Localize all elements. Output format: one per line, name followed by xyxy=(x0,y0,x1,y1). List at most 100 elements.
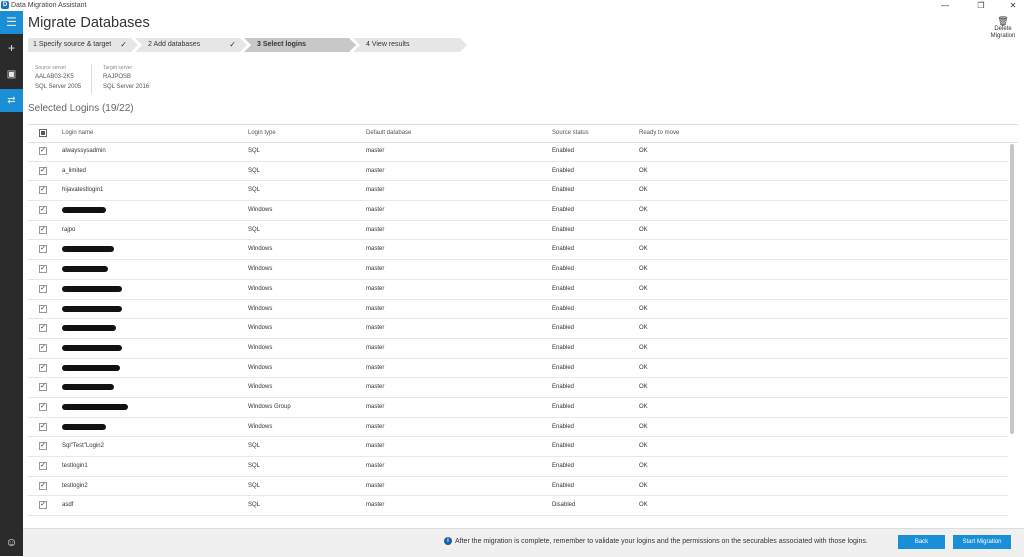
table-row[interactable]: ✓ Windows master Enabled OK xyxy=(28,319,1008,339)
table-row[interactable]: ✓ Windows master Enabled OK xyxy=(28,280,1008,300)
cell-ready-to-move: OK xyxy=(639,325,648,332)
cell-source-status: Enabled xyxy=(552,187,575,194)
table-row[interactable]: ✓ testlogin2 SQL master Enabled OK xyxy=(28,477,1008,497)
table-row[interactable]: ✓ Windows master Enabled OK xyxy=(28,260,1008,280)
table-row[interactable]: ✓ Windows master Enabled OK xyxy=(28,201,1008,221)
table-row[interactable]: ✓ rajpo SQL master Enabled OK xyxy=(28,221,1008,241)
minimize-icon[interactable]: — xyxy=(934,0,956,11)
row-checkbox[interactable]: ✓ xyxy=(39,402,47,411)
row-checkbox[interactable]: ✓ xyxy=(39,147,47,155)
step-specify-source-target[interactable]: 1 Specify source & target ✓ xyxy=(28,38,138,52)
table-row[interactable]: ✓ asdf SQL master Disabled OK xyxy=(28,496,1008,517)
cell-login-type: Windows xyxy=(248,246,273,253)
col-source-status[interactable]: Source status xyxy=(552,125,589,142)
step-select-logins[interactable]: 3 Select logins xyxy=(244,38,356,52)
row-checkbox[interactable]: ✓ xyxy=(39,501,47,510)
row-checkbox[interactable]: ✓ xyxy=(39,363,47,372)
start-migration-button[interactable]: Start Migration xyxy=(953,535,1011,549)
col-login-name[interactable]: Login name xyxy=(62,125,93,142)
vertical-scrollbar[interactable] xyxy=(1010,142,1016,437)
cell-ready-to-move: OK xyxy=(639,502,648,509)
close-icon[interactable]: ✕ xyxy=(1002,0,1024,11)
row-checkbox[interactable]: ✓ xyxy=(39,324,47,333)
cell-source-status: Enabled xyxy=(552,285,575,292)
row-checkbox[interactable]: ✓ xyxy=(39,442,47,451)
cell-source-status: Enabled xyxy=(552,266,575,273)
page-title: Migrate Databases xyxy=(28,15,150,31)
cell-default-database: master xyxy=(366,364,385,371)
col-login-type[interactable]: Login type xyxy=(248,125,276,142)
cell-ready-to-move: OK xyxy=(639,266,648,273)
cell-default-database: master xyxy=(366,384,385,391)
row-checkbox[interactable]: ✓ xyxy=(39,304,47,313)
cell-login-type: Windows xyxy=(248,364,273,371)
redacted-mark xyxy=(62,305,122,312)
select-all-checkbox[interactable] xyxy=(39,129,47,137)
cell-ready-to-move: OK xyxy=(639,246,648,253)
table-row[interactable]: ✓ Windows master Enabled OK xyxy=(28,240,1008,261)
row-checkbox[interactable]: ✓ xyxy=(39,343,47,352)
scrollbar-thumb[interactable] xyxy=(1010,144,1014,434)
back-button[interactable]: Back xyxy=(898,535,945,549)
row-checkbox[interactable]: ✓ xyxy=(39,481,47,490)
assessment-icon[interactable]: ▣ xyxy=(0,63,23,86)
step-view-results[interactable]: 4 View results xyxy=(353,38,467,52)
plus-icon[interactable]: + xyxy=(0,37,23,60)
table-row[interactable]: ✓ Sql"Test"Login2 SQL master Enabled OK xyxy=(28,437,1008,457)
footer-message: After the migration is complete, remembe… xyxy=(455,538,868,545)
table-row[interactable]: ✓ Windows master Enabled OK xyxy=(28,339,1008,359)
cell-ready-to-move: OK xyxy=(639,403,648,410)
row-checkbox[interactable]: ✓ xyxy=(39,284,47,293)
delete-migration-button[interactable]: 🗑 Delete Migration xyxy=(986,16,1020,40)
step-add-databases[interactable]: 2 Add databases ✓ xyxy=(135,38,247,52)
cell-default-database: master xyxy=(366,226,385,233)
cell-ready-to-move: OK xyxy=(639,285,648,292)
row-checkbox[interactable]: ✓ xyxy=(39,225,47,234)
row-checkbox[interactable]: ✓ xyxy=(39,166,47,175)
cell-source-status: Enabled xyxy=(552,226,575,233)
cell-source-status: Enabled xyxy=(552,148,575,154)
checkmark-icon: ✓ xyxy=(229,40,236,49)
cell-default-database: master xyxy=(366,246,385,253)
cell-source-status: Enabled xyxy=(552,403,575,410)
cell-default-database: master xyxy=(366,482,385,489)
table-row[interactable]: ✓ alwayssysadmin SQL master Enabled OK xyxy=(28,142,1008,162)
col-ready-to-move[interactable]: Ready to move xyxy=(639,125,679,142)
row-checkbox[interactable]: ✓ xyxy=(39,206,47,215)
table-row[interactable]: ✓ Windows master Enabled OK xyxy=(28,300,1008,320)
trash-icon: 🗑 xyxy=(997,16,1009,26)
table-row[interactable]: ✓ Windows Group master Enabled OK xyxy=(28,398,1008,418)
row-checkbox[interactable]: ✓ xyxy=(39,462,47,470)
table-row[interactable]: ✓ Windows master Enabled OK xyxy=(28,418,1008,438)
table-row[interactable]: ✓ testlogin1 SQL master Enabled OK xyxy=(28,457,1008,477)
cell-ready-to-move: OK xyxy=(639,187,648,194)
table-row[interactable]: ✓ Windows master Enabled OK xyxy=(28,359,1008,379)
table-row[interactable]: ✓ Windows master Enabled OK xyxy=(28,378,1008,398)
redacted-mark xyxy=(62,285,122,292)
row-checkbox[interactable]: ✓ xyxy=(39,265,47,274)
hamburger-menu-icon[interactable]: ☰ xyxy=(0,11,23,34)
col-default-database[interactable]: Default database xyxy=(366,125,411,142)
table-row[interactable]: ✓ hijavatestlogin1 SQL master Enabled OK xyxy=(28,181,1008,202)
cell-source-status: Enabled xyxy=(552,423,575,430)
row-checkbox[interactable]: ✓ xyxy=(39,245,47,254)
cell-ready-to-move: OK xyxy=(639,148,648,154)
restore-icon[interactable]: ❐ xyxy=(970,0,992,11)
cell-ready-to-move: OK xyxy=(639,364,648,371)
cell-default-database: master xyxy=(366,305,385,312)
row-checkbox[interactable]: ✓ xyxy=(39,383,47,392)
cell-source-status: Disabled xyxy=(552,502,576,509)
table-row[interactable]: ✓ a_limited SQL master Enabled OK xyxy=(28,162,1008,182)
smiley-feedback-icon[interactable]: ☺ xyxy=(0,531,23,554)
window-title: Data Migration Assistant xyxy=(11,2,87,9)
cell-default-database: master xyxy=(366,207,385,214)
cell-ready-to-move: OK xyxy=(639,423,648,430)
cell-default-database: master xyxy=(366,423,385,430)
cell-login-type: SQL xyxy=(248,148,261,154)
cell-login-name: hijavatestlogin1 xyxy=(62,187,104,194)
migration-icon[interactable]: ⇄ xyxy=(0,89,23,112)
row-checkbox[interactable]: ✓ xyxy=(39,422,47,431)
row-checkbox[interactable]: ✓ xyxy=(39,186,47,195)
redacted-mark xyxy=(62,207,106,214)
cell-default-database: master xyxy=(366,463,385,469)
